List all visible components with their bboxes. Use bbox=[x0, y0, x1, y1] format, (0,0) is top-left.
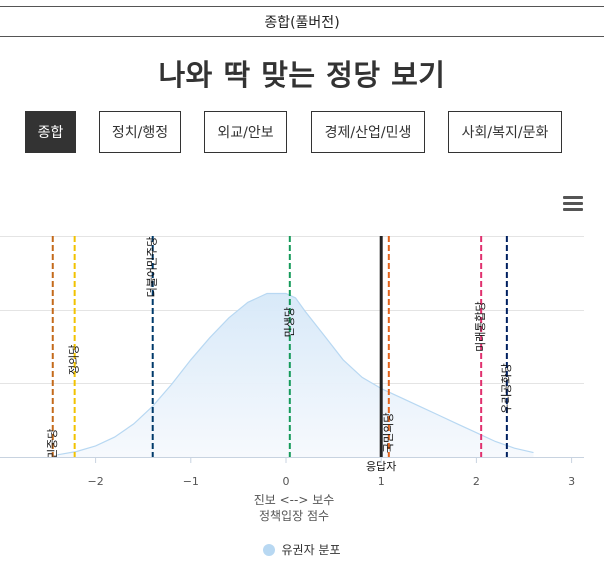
party-label: 민생당 bbox=[283, 307, 296, 337]
party-label: 미래통합당 bbox=[474, 301, 487, 352]
party-label: 국민의당 bbox=[382, 412, 395, 452]
party-label: 더불어민주당 bbox=[146, 237, 159, 298]
x-tick-label: 3 bbox=[568, 475, 575, 488]
x-axis: −2 −1 0 1 2 3 bbox=[0, 457, 584, 488]
x-axis-sublabel: 정책입장 점수 bbox=[259, 508, 329, 523]
legend-marker bbox=[263, 543, 276, 556]
party-label: 정의당 bbox=[68, 345, 81, 375]
x-tick-label: −1 bbox=[183, 475, 199, 488]
x-tick-label: 0 bbox=[283, 475, 290, 488]
party-position-chart: 민중당정의당더불어민주당민생당국민의당미래통합당우리공화당응답자 −2 −1 0 1 2… bbox=[0, 236, 584, 523]
chart-legend[interactable]: 유권자 분포 bbox=[0, 541, 604, 558]
party-label: 우리공화당 bbox=[500, 363, 513, 414]
x-tick-label: 2 bbox=[473, 475, 480, 488]
x-tick-label: 1 bbox=[378, 475, 385, 488]
x-tick-label: −2 bbox=[87, 475, 103, 488]
legend-label: 유권자 분포 bbox=[281, 543, 341, 557]
party-label: 민중당 bbox=[46, 429, 59, 459]
x-axis-label: 진보 <--> 보수 bbox=[254, 493, 335, 507]
